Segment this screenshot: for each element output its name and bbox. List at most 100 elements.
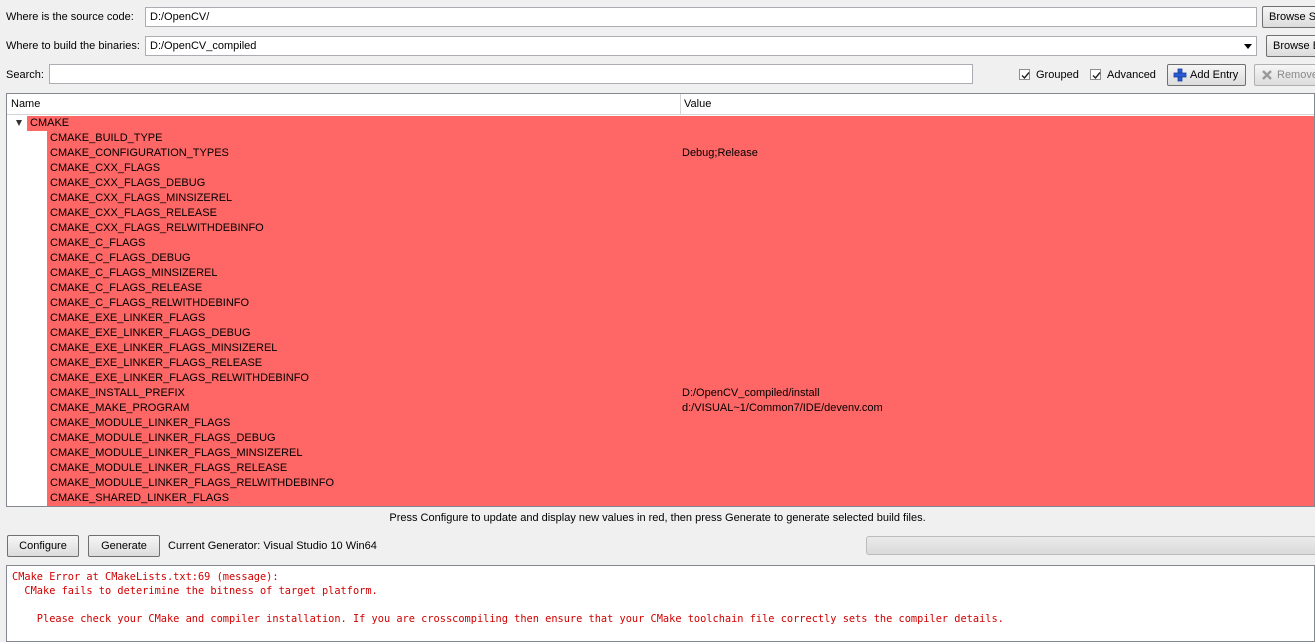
row-name: CMAKE_MODULE_LINKER_FLAGS_MINSIZEREL — [50, 447, 303, 459]
row-name: CMAKE_CONFIGURATION_TYPES — [50, 147, 229, 159]
row-indent — [7, 266, 47, 281]
row-indent — [7, 161, 47, 176]
grouped-label: Grouped — [1036, 69, 1079, 81]
table-row[interactable]: CMAKE_EXE_LINKER_FLAGS_MINSIZEREL — [7, 341, 1314, 356]
table-row[interactable]: CMAKE_MODULE_LINKER_FLAGS_MINSIZEREL — [7, 446, 1314, 461]
table-row[interactable]: CMAKE_MODULE_LINKER_FLAGS_RELWITHDEBINFO — [7, 476, 1314, 491]
row-indent — [7, 491, 47, 506]
advanced-checkbox[interactable] — [1090, 69, 1101, 80]
table-row[interactable]: CMAKE_EXE_LINKER_FLAGS — [7, 311, 1314, 326]
table-row[interactable]: CMAKE_EXE_LINKER_FLAGS_RELEASE — [7, 356, 1314, 371]
table-row[interactable]: CMAKE_BUILD_TYPE — [7, 131, 1314, 146]
row-highlight — [47, 266, 1314, 281]
row-value[interactable]: d:/VISUAL~1/Common7/IDE/devenv.com — [682, 401, 883, 416]
build-path-value: D:/OpenCV_compiled — [150, 40, 257, 52]
row-highlight — [47, 146, 1314, 161]
table-row[interactable]: CMAKE_C_FLAGS_RELEASE — [7, 281, 1314, 296]
remove-entry-button[interactable]: Remove Entry — [1254, 64, 1315, 86]
row-indent — [7, 341, 47, 356]
row-name: CMAKE_CXX_FLAGS_RELWITHDEBINFO — [50, 222, 264, 234]
expander-down-icon[interactable] — [16, 120, 22, 126]
row-indent — [7, 386, 47, 401]
row-name: CMAKE_MODULE_LINKER_FLAGS_RELEASE — [50, 462, 288, 474]
chevron-down-icon[interactable] — [1244, 44, 1252, 49]
row-name: CMAKE_EXE_LINKER_FLAGS_DEBUG — [50, 327, 251, 339]
row-indent — [7, 176, 47, 191]
row-indent — [7, 476, 47, 491]
row-name: CMAKE_MODULE_LINKER_FLAGS_RELWITHDEBINFO — [50, 477, 335, 489]
row-name: CMAKE_SHARED_LINKER_FLAGS — [50, 492, 230, 504]
browse-source-button[interactable]: Browse Source... — [1262, 6, 1315, 28]
add-entry-button[interactable]: Add Entry — [1167, 64, 1246, 86]
row-name: CMAKE_C_FLAGS_RELEASE — [50, 282, 203, 294]
table-row[interactable]: CMAKE_CXX_FLAGS — [7, 161, 1314, 176]
table-row[interactable]: CMAKE_EXE_LINKER_FLAGS_DEBUG — [7, 326, 1314, 341]
row-indent — [7, 461, 47, 476]
row-highlight — [47, 386, 1314, 401]
row-indent — [7, 236, 47, 251]
table-row[interactable]: CMAKE_C_FLAGS_DEBUG — [7, 251, 1314, 266]
table-row[interactable]: CMAKE_MODULE_LINKER_FLAGS_RELEASE — [7, 461, 1314, 476]
current-generator-text: Current Generator: Visual Studio 10 Win6… — [168, 540, 377, 552]
progress-bar — [866, 536, 1315, 555]
plus-icon — [1173, 68, 1187, 82]
add-entry-label: Add Entry — [1190, 69, 1239, 81]
table-row[interactable]: CMAKE_SHARED_LINKER_FLAGS — [7, 491, 1314, 506]
row-name: CMAKE_EXE_LINKER_FLAGS_RELWITHDEBINFO — [50, 372, 309, 384]
browse-build-button[interactable]: Browse Build... — [1266, 35, 1315, 57]
table-row[interactable]: CMAKE_EXE_LINKER_FLAGS_RELWITHDEBINFO — [7, 371, 1314, 386]
table-row[interactable]: CMAKE_MAKE_PROGRAM d:/VISUAL~1/Common7/ID… — [7, 401, 1314, 416]
row-highlight — [47, 311, 1314, 326]
grouped-checkbox[interactable] — [1019, 69, 1030, 80]
table-row[interactable]: CMAKE_C_FLAGS — [7, 236, 1314, 251]
table-row[interactable]: CMAKE_CXX_FLAGS_RELEASE — [7, 206, 1314, 221]
generate-button[interactable]: Generate — [88, 535, 160, 557]
row-highlight — [47, 236, 1314, 251]
source-path-input[interactable]: D:/OpenCV/ — [145, 7, 1257, 27]
checkmark-icon — [1021, 72, 1030, 80]
tree-header: Name Value — [7, 94, 1314, 115]
table-row[interactable]: CMAKE_CXX_FLAGS_DEBUG — [7, 176, 1314, 191]
row-highlight — [47, 401, 1314, 416]
column-header-name[interactable]: Name — [7, 94, 680, 114]
row-name: CMAKE_C_FLAGS_DEBUG — [50, 252, 191, 264]
table-row[interactable]: CMAKE_CONFIGURATION_TYPES Debug;Release — [7, 146, 1314, 161]
output-log[interactable]: CMake Error at CMakeLists.txt:69 (messag… — [6, 565, 1315, 642]
row-value[interactable]: Debug;Release — [682, 146, 758, 161]
table-row[interactable]: CMAKE_C_FLAGS_MINSIZEREL — [7, 266, 1314, 281]
search-input[interactable] — [49, 64, 973, 84]
cross-icon — [1262, 70, 1272, 80]
table-row[interactable]: CMAKE_INSTALL_PREFIX D:/OpenCV_compiled/i… — [7, 386, 1314, 401]
build-path-combobox[interactable]: D:/OpenCV_compiled — [145, 36, 1257, 56]
row-highlight — [47, 206, 1314, 221]
column-header-value[interactable]: Value — [680, 94, 1314, 114]
row-highlight — [47, 251, 1314, 266]
row-indent — [7, 416, 47, 431]
row-name: CMAKE_CXX_FLAGS_RELEASE — [50, 207, 217, 219]
row-indent — [7, 296, 47, 311]
tree-group-label: CMAKE — [30, 117, 70, 129]
row-name: CMAKE_C_FLAGS_MINSIZEREL — [50, 267, 218, 279]
row-indent — [7, 431, 47, 446]
row-indent — [7, 146, 47, 161]
row-name: CMAKE_MODULE_LINKER_FLAGS_DEBUG — [50, 432, 276, 444]
row-value[interactable]: D:/OpenCV_compiled/install — [682, 386, 820, 401]
row-name: CMAKE_CXX_FLAGS_MINSIZEREL — [50, 192, 233, 204]
row-name: CMAKE_C_FLAGS_RELWITHDEBINFO — [50, 297, 250, 309]
row-indent — [7, 191, 47, 206]
row-indent — [7, 311, 47, 326]
row-highlight — [47, 491, 1314, 506]
cache-tree-view[interactable]: Name Value CMAKE CMAKE_BUILD_TYPE CMAKE_C… — [6, 93, 1315, 507]
table-row[interactable]: CMAKE_CXX_FLAGS_RELWITHDEBINFO — [7, 221, 1314, 236]
source-label: Where is the source code: — [6, 11, 134, 23]
tree-group-row[interactable]: CMAKE — [7, 116, 1314, 131]
table-row[interactable]: CMAKE_CXX_FLAGS_MINSIZEREL — [7, 191, 1314, 206]
table-row[interactable]: CMAKE_C_FLAGS_RELWITHDEBINFO — [7, 296, 1314, 311]
row-highlight — [47, 281, 1314, 296]
configure-button[interactable]: Configure — [7, 535, 79, 557]
table-row[interactable]: CMAKE_MODULE_LINKER_FLAGS_DEBUG — [7, 431, 1314, 446]
table-row[interactable]: CMAKE_MODULE_LINKER_FLAGS — [7, 416, 1314, 431]
build-label: Where to build the binaries: — [6, 40, 140, 52]
row-indent — [7, 251, 47, 266]
